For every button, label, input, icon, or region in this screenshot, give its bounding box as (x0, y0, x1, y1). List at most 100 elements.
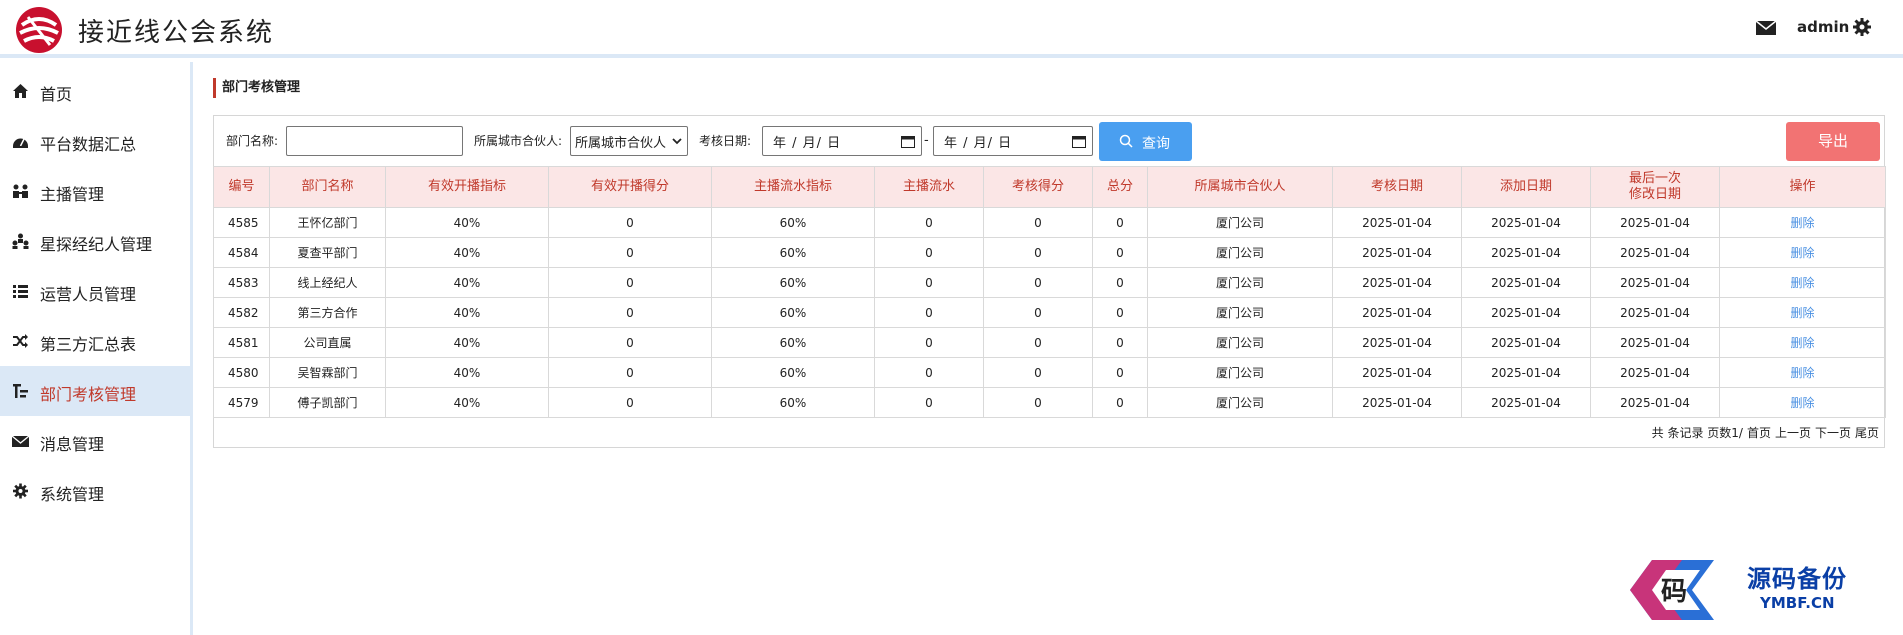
table-cell: 40% (385, 237, 549, 268)
table-cell: 4584 (213, 237, 270, 268)
sidebar-item-label: 主播管理 (40, 185, 105, 204)
table-cell: 2025-01-04 (1332, 207, 1462, 238)
table-cell: 40% (385, 357, 549, 388)
settings-gear-icon[interactable] (1852, 17, 1872, 37)
table-cell: 傅子凯部门 (269, 387, 386, 418)
table-row: 4585 王怀亿部门 40% 0 60% 0 0 0 厦门公司 2025-01-04 2025-01… (213, 207, 1886, 238)
sidebar-item-dept-assessment[interactable]: 部门考核管理 (0, 366, 190, 416)
sidebar-item-streamers[interactable]: 主播管理 (0, 166, 190, 216)
mail-icon (12, 435, 29, 447)
table-cell: 60% (711, 297, 875, 328)
table-cell: 40% (385, 207, 549, 238)
column-header: 考核得分 (983, 166, 1093, 208)
date-end-input[interactable]: 年 / 月/ 日 (933, 126, 1093, 156)
sidebar-item-system[interactable]: 系统管理 (0, 466, 190, 516)
sidebar-item-scouts[interactable]: 星探经纪人管理 (0, 216, 190, 266)
export-button[interactable]: 导出 (1786, 122, 1880, 161)
table-cell: 60% (711, 267, 875, 298)
page-title: 部门考核管理 (213, 78, 300, 98)
delete-link[interactable]: 删除 (1790, 216, 1814, 230)
dept-name-input[interactable] (286, 126, 463, 156)
table-cell: 2025-01-04 (1332, 267, 1462, 298)
table-cell: 4582 (213, 297, 270, 328)
table-cell: 40% (385, 297, 549, 328)
action-cell: 删除 (1719, 357, 1886, 388)
table-cell: 0 (548, 207, 712, 238)
column-header: 部门名称 (269, 166, 386, 208)
table-cell: 0 (983, 357, 1093, 388)
sidebar-item-label: 星探经纪人管理 (40, 235, 153, 254)
table-cell: 厦门公司 (1147, 267, 1333, 298)
table-cell: 0 (874, 207, 984, 238)
watermark-logo-icon: 码 (1630, 560, 1714, 620)
mail-icon[interactable] (1756, 20, 1776, 36)
prev-page-link[interactable]: 上一页 (1775, 426, 1811, 440)
table-cell: 0 (1092, 297, 1148, 328)
table-cell: 60% (711, 237, 875, 268)
calendar-icon[interactable] (901, 135, 915, 148)
table-cell: 0 (874, 267, 984, 298)
table-cell: 60% (711, 357, 875, 388)
delete-link[interactable]: 删除 (1790, 306, 1814, 320)
last-page-link[interactable]: 尾页 (1855, 426, 1879, 440)
top-header: 接近线公会系统 admin (0, 0, 1903, 58)
action-cell: 删除 (1719, 387, 1886, 418)
table-cell: 公司直属 (269, 327, 386, 358)
action-cell: 删除 (1719, 297, 1886, 328)
chevron-down-icon (672, 138, 682, 145)
query-button[interactable]: 查询 (1099, 122, 1192, 161)
first-page-link[interactable]: 首页 (1747, 426, 1771, 440)
table-cell: 厦门公司 (1147, 207, 1333, 238)
sidebar-item-third-party[interactable]: 第三方汇总表 (0, 316, 190, 366)
table-body: 4585 王怀亿部门 40% 0 60% 0 0 0 厦门公司 2025-01-04 2025-01… (213, 207, 1886, 418)
sidebar-item-messages[interactable]: 消息管理 (0, 416, 190, 466)
table-cell: 2025-01-04 (1332, 237, 1462, 268)
sliders-icon (13, 384, 28, 398)
next-page-link[interactable]: 下一页 (1815, 426, 1851, 440)
table-cell: 0 (548, 357, 712, 388)
user-name[interactable]: admin (1797, 18, 1849, 36)
delete-link[interactable]: 删除 (1790, 396, 1814, 410)
table-cell: 0 (874, 357, 984, 388)
table-cell: 2025-01-04 (1461, 237, 1591, 268)
logo-icon (16, 7, 62, 53)
table-cell: 0 (1092, 207, 1148, 238)
sidebar: 首页 平台数据汇总 主播管理 星探经纪人管理 运营人员管理 第三方汇总表 部门考… (0, 62, 193, 635)
table-cell: 4583 (213, 267, 270, 298)
date-label: 考核日期: (699, 134, 752, 148)
dashboard-icon (13, 138, 28, 148)
table-cell: 0 (548, 237, 712, 268)
table-cell: 0 (1092, 327, 1148, 358)
table-row: 4581 公司直属 40% 0 60% 0 0 0 厦门公司 2025-01-04 2025-01-… (213, 327, 1886, 358)
partner-select-value: 所属城市合伙人 (575, 135, 667, 151)
partner-select[interactable]: 所属城市合伙人 (570, 126, 688, 156)
sidebar-item-operators[interactable]: 运营人员管理 (0, 266, 190, 316)
column-header: 添加日期 (1461, 166, 1591, 208)
table-cell: 0 (548, 267, 712, 298)
date-end-placeholder: 年 / 月/ 日 (944, 135, 1013, 151)
delete-link[interactable]: 删除 (1790, 276, 1814, 290)
pagination: 共 条记录 页数1/首页 上一页 下一页 尾页 (1648, 424, 1879, 441)
date-start-input[interactable]: 年 / 月/ 日 (762, 126, 922, 156)
table-cell: 40% (385, 267, 549, 298)
partner-label: 所属城市合伙人: (474, 134, 563, 148)
date-separator: - (924, 133, 929, 148)
calendar-icon[interactable] (1072, 135, 1086, 148)
table-cell: 0 (1092, 357, 1148, 388)
table-cell: 2025-01-04 (1332, 357, 1462, 388)
delete-link[interactable]: 删除 (1790, 366, 1814, 380)
table-cell: 厦门公司 (1147, 237, 1333, 268)
table-cell: 0 (874, 297, 984, 328)
table-cell: 厦门公司 (1147, 297, 1333, 328)
sidebar-item-home[interactable]: 首页 (0, 66, 190, 116)
table-cell: 2025-01-04 (1332, 297, 1462, 328)
table-cell: 60% (711, 387, 875, 418)
delete-link[interactable]: 删除 (1790, 246, 1814, 260)
action-cell: 删除 (1719, 267, 1886, 298)
column-header: 主播流水 (874, 166, 984, 208)
sidebar-item-platform-summary[interactable]: 平台数据汇总 (0, 116, 190, 166)
action-cell: 删除 (1719, 207, 1886, 238)
column-header: 总分 (1092, 166, 1148, 208)
table-cell: 0 (874, 327, 984, 358)
delete-link[interactable]: 删除 (1790, 336, 1814, 350)
